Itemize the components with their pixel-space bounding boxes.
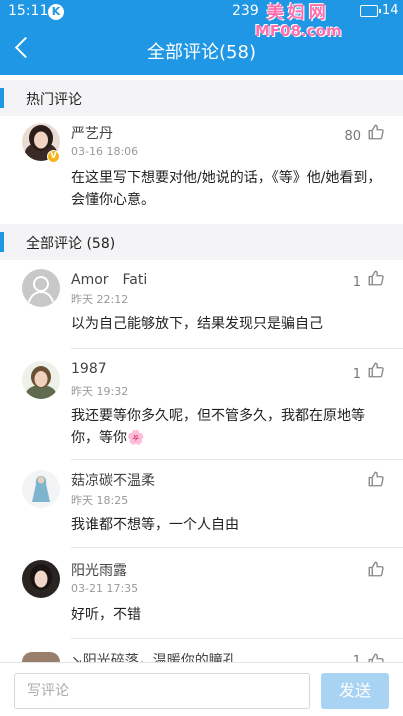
comment-author[interactable]: 严艺丹	[71, 123, 113, 143]
avatar[interactable]	[22, 652, 60, 662]
avatar[interactable]	[22, 361, 60, 399]
comment-text: 好听，不错	[71, 607, 141, 623]
comment-input[interactable]	[14, 673, 310, 709]
thumbs-up-icon	[368, 270, 384, 286]
comment-author[interactable]: 1987	[71, 361, 107, 377]
like-count: 1	[352, 275, 361, 290]
section-accent-bar	[0, 232, 4, 252]
send-button[interactable]: 发送	[321, 673, 389, 709]
divider	[71, 638, 403, 639]
avatar[interactable]	[22, 269, 60, 307]
all-comments-label: 全部评论 (58)	[26, 236, 116, 252]
hot-comment-item: V 严艺丹 03-16 18:06 80 在这里写下想要对他/她说的话，《等》他…	[0, 123, 403, 221]
hot-comments-label: 热门评论	[26, 92, 82, 108]
list-item: 阳光雨露 03-21 17:35 好听，不错	[0, 560, 403, 640]
list-item: 1987 昨天 19:32 1 我还要等你多久呢，但不管多久，我都在原地等你，等…	[0, 361, 403, 461]
comment-text: 以为自己能够放下，结果发现只是骗自己	[71, 316, 323, 332]
like-button[interactable]: 1	[325, 361, 385, 383]
divider	[71, 547, 403, 548]
verified-badge-icon: V	[47, 150, 60, 163]
comment-date: 03-21 17:35	[71, 582, 139, 595]
divider	[71, 459, 403, 460]
list-item: ↘阳光碎落，温暖你的瞳孔 1	[0, 652, 403, 669]
comment-date: 昨天 19:32	[71, 385, 129, 398]
status-bar: 15:11 K 239 ⏰ ◉ ▲ 14	[0, 0, 403, 24]
section-accent-bar	[0, 88, 4, 108]
comment-text: 在这里写下想要对他/她说的话，《等》他/她看到，会懂你心意。	[71, 170, 382, 208]
like-count: 1	[352, 367, 361, 382]
k-app-icon: K	[48, 4, 64, 20]
thumbs-up-icon	[368, 124, 384, 140]
battery-icon	[360, 5, 381, 17]
divider	[71, 348, 403, 349]
hot-comments-header: 热门评论	[0, 80, 403, 116]
comment-author[interactable]: 菇凉碳不温柔	[71, 470, 155, 490]
watermark-logo: 美妇网 MF08.com	[255, 3, 342, 40]
thumbs-up-icon	[368, 561, 384, 577]
comment-text: 我谁都不想等，一个人自由	[71, 517, 239, 533]
all-comments-header: 全部评论 (58)	[0, 224, 403, 260]
comment-date: 03-16 18:06	[71, 145, 139, 158]
avatar[interactable]	[22, 560, 60, 598]
list-item: 菇凉碳不温柔 昨天 18:25 我谁都不想等，一个人自由	[0, 470, 403, 548]
status-time: 15:11	[8, 3, 49, 19]
battery-level: 14	[382, 3, 399, 18]
like-count: 80	[344, 129, 361, 144]
page-title: 全部评论(58)	[147, 42, 256, 63]
thumbs-up-icon	[368, 362, 384, 378]
app-header: 15:11 K 239 ⏰ ◉ ▲ 14 美妇网 MF08.com 全部评论(5…	[0, 0, 403, 75]
comment-date: 昨天 22:12	[71, 293, 129, 306]
comment-input-bar: 发送	[0, 662, 403, 716]
avatar[interactable]	[22, 470, 60, 508]
thumbs-up-icon	[368, 471, 384, 487]
comment-date: 昨天 18:25	[71, 494, 129, 507]
like-button[interactable]	[325, 560, 385, 582]
like-button[interactable]: 1	[325, 269, 385, 291]
comment-author[interactable]: Amor Fati	[71, 269, 147, 289]
comment-text: 我还要等你多久呢，但不管多久，我都在原地等你，等你🌸	[71, 408, 365, 446]
like-button[interactable]	[325, 470, 385, 492]
like-button[interactable]: 80	[325, 123, 385, 145]
comment-author[interactable]: 阳光雨露	[71, 560, 127, 580]
list-item: Amor Fati 昨天 22:12 1 以为自己能够放下，结果发现只是骗自己	[0, 269, 403, 349]
